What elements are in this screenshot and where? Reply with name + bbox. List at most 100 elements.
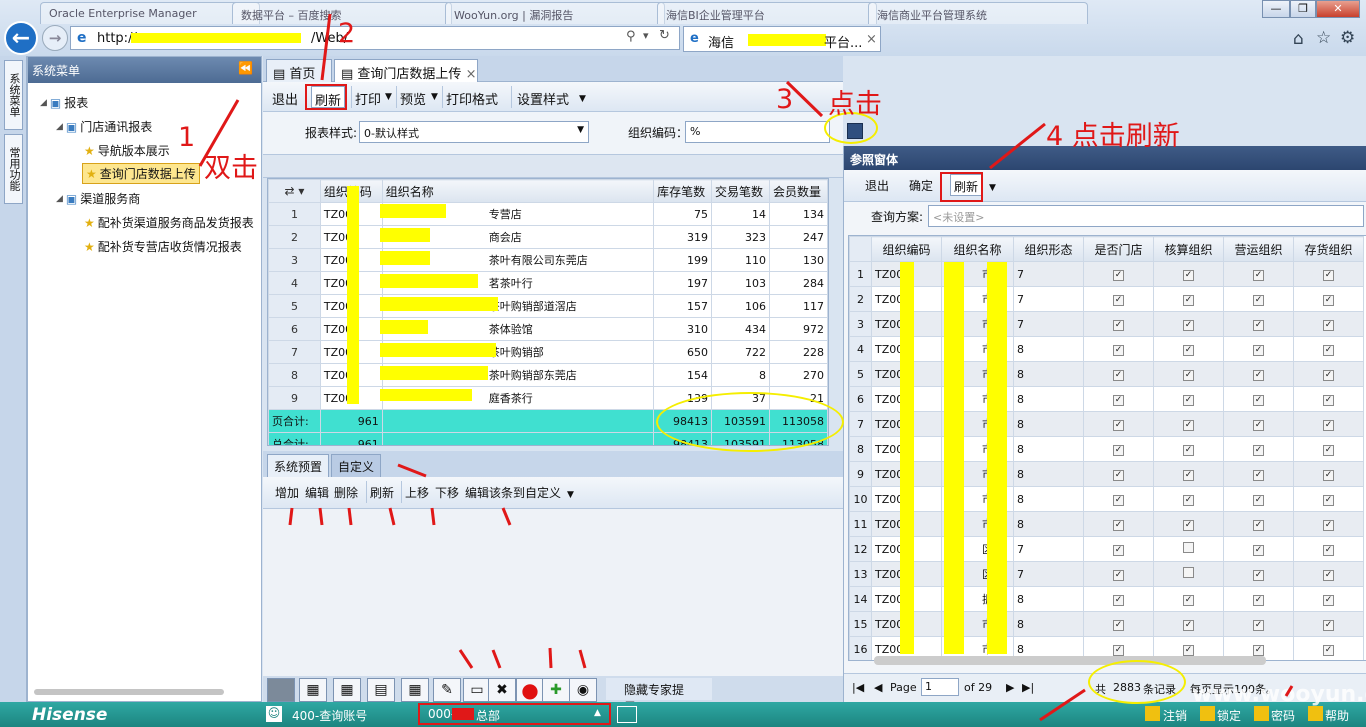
logout-icon[interactable] [1145, 706, 1160, 721]
checkbox[interactable]: ✓ [1323, 445, 1334, 456]
tree-node-reports[interactable]: ◢ ▣ 报表 [40, 94, 88, 111]
checkbox[interactable]: ✓ [1253, 495, 1264, 506]
maximize-button[interactable]: ❐ [1290, 0, 1316, 18]
eraser-icon[interactable]: ▭ [463, 678, 491, 702]
checkbox[interactable]: ✓ [1183, 520, 1194, 531]
camera-icon[interactable]: ◉ [569, 678, 597, 702]
checkbox[interactable]: ✓ [1323, 495, 1334, 506]
edit-button[interactable]: 编辑 [302, 481, 332, 503]
checkbox[interactable]: ✓ [1253, 645, 1264, 656]
checkbox[interactable]: ✓ [1323, 420, 1334, 431]
org-code-input[interactable]: % [685, 121, 830, 143]
checkbox[interactable]: ✓ [1183, 595, 1194, 606]
exit-button[interactable]: 退出 [269, 86, 301, 108]
print-button[interactable]: 打印 [351, 86, 384, 108]
checkbox[interactable]: ✓ [1323, 295, 1334, 306]
favorites-star-icon[interactable]: ☆ [1316, 28, 1331, 48]
checkbox[interactable]: ✓ [1113, 595, 1124, 606]
dropdown-icon[interactable]: ▾ [643, 29, 649, 42]
help-icon[interactable] [1308, 706, 1323, 721]
table-row[interactable]: 9TZ00市8✓✓✓✓ [849, 461, 1364, 487]
minimize-button[interactable]: — [1262, 0, 1290, 18]
checkbox[interactable]: ✓ [1253, 395, 1264, 406]
checkbox[interactable]: ✓ [1323, 520, 1334, 531]
checkbox[interactable]: ✓ [1253, 595, 1264, 606]
layout-single-icon[interactable] [267, 678, 295, 702]
checkbox[interactable]: ✓ [1113, 370, 1124, 381]
record-icon[interactable]: ● [516, 678, 544, 702]
close-tab-icon[interactable]: × [461, 67, 477, 82]
checkbox[interactable]: ✓ [1113, 570, 1124, 581]
print-format-button[interactable]: 打印格式 [442, 86, 501, 108]
table-row[interactable]: 8TZ00市8✓✓✓✓ [849, 436, 1364, 462]
layout-rows-icon[interactable]: ▤ [367, 678, 395, 702]
checkbox[interactable]: ✓ [1113, 470, 1124, 481]
prev-page-icon[interactable]: ◀ [874, 681, 882, 694]
move-up-button[interactable]: 上移 [401, 481, 432, 503]
active-browser-tab[interactable]: e 海信 平台... × [683, 26, 881, 52]
lock-link[interactable]: 锁定 [1217, 707, 1241, 724]
toolbar-overflow-icon[interactable]: ▼ [564, 487, 577, 509]
checkbox[interactable]: ✓ [1183, 470, 1194, 481]
table-row[interactable]: 15TZ00市8✓✓✓✓ [849, 611, 1364, 637]
checkbox[interactable]: ✓ [1113, 620, 1124, 631]
checkbox[interactable]: ✓ [1323, 370, 1334, 381]
checkbox[interactable]: ✓ [1113, 320, 1124, 331]
checkbox[interactable]: ✓ [1323, 570, 1334, 581]
checkbox[interactable] [1183, 542, 1194, 553]
checkbox[interactable]: ✓ [1253, 270, 1264, 281]
address-bar[interactable]: e http:// /Web/ ⚲ ▾ ↻ [70, 26, 680, 50]
first-page-icon[interactable]: |◀ [852, 681, 864, 694]
checkbox[interactable]: ✓ [1253, 345, 1264, 356]
column-header[interactable]: 组织编码 [871, 236, 942, 262]
checkbox[interactable]: ✓ [1323, 645, 1334, 656]
checkbox[interactable]: ✓ [1113, 420, 1124, 431]
browser-tab[interactable]: 海信商业平台管理系统 [868, 2, 1088, 24]
tab-query-store-upload[interactable]: ▤ 查询门店数据上传 × [334, 59, 478, 82]
delete-x-icon[interactable]: ✖ [488, 678, 516, 702]
horizontal-scrollbar[interactable] [874, 656, 1266, 665]
column-header[interactable]: 组织名称 [381, 179, 655, 203]
tab-home[interactable]: ▤ 首页 [266, 59, 332, 82]
toolbar-overflow-icon[interactable]: ▼ [576, 91, 589, 113]
checkbox[interactable]: ✓ [1253, 320, 1264, 331]
lock-icon[interactable] [1200, 706, 1215, 721]
checkbox[interactable]: ✓ [1183, 295, 1194, 306]
checkbox[interactable]: ✓ [1323, 595, 1334, 606]
tree-node-receipt-report[interactable]: ★ 配补货专营店收货情况报表 [84, 238, 242, 255]
close-window-button[interactable]: ✕ [1316, 0, 1360, 18]
checkbox[interactable]: ✓ [1183, 320, 1194, 331]
table-row[interactable]: 5TZ00市8✓✓✓✓ [849, 361, 1364, 387]
side-tab-system-menu[interactable]: 系统菜单 [4, 60, 23, 130]
exit-button[interactable]: 退出 [862, 174, 892, 196]
table-row[interactable]: 14TZ00振8✓✓✓✓ [849, 586, 1364, 612]
browser-tab[interactable]: Oracle Enterprise Manager [40, 2, 260, 24]
next-page-icon[interactable]: ▶ [1006, 681, 1014, 694]
checkbox[interactable]: ✓ [1183, 420, 1194, 431]
tree-node-delivery-report[interactable]: ★ 配补货渠道服务商品发货报表 [84, 214, 254, 231]
settings-gear-icon[interactable]: ⚙ [1340, 28, 1355, 48]
table-row[interactable]: 4TZ00市8✓✓✓✓ [849, 336, 1364, 362]
query-scheme-input[interactable]: <未设置> [928, 205, 1364, 227]
checkbox[interactable]: ✓ [1113, 520, 1124, 531]
checkbox[interactable]: ✓ [1323, 345, 1334, 356]
home-icon[interactable]: ⌂ [1293, 29, 1304, 49]
tree-node-query-store-upload[interactable]: ★ 查询门店数据上传 [82, 163, 200, 184]
checkbox[interactable]: ✓ [1323, 470, 1334, 481]
table-row[interactable]: 7TZ00市8✓✓✓✓ [849, 411, 1364, 437]
side-tab-common-functions[interactable]: 常用功能 [4, 134, 23, 204]
preview-dropdown-icon[interactable]: ▼ [428, 89, 441, 111]
expand-triangle-icon[interactable]: ◢ [56, 122, 63, 132]
password-icon[interactable] [1254, 706, 1269, 721]
forward-arrow-icon[interactable]: → [42, 25, 68, 51]
checkbox[interactable]: ✓ [1183, 645, 1194, 656]
checkbox[interactable]: ✓ [1113, 645, 1124, 656]
layout-quad-icon[interactable]: ▦ [401, 678, 429, 702]
checkbox[interactable]: ✓ [1253, 570, 1264, 581]
checkbox[interactable]: ✓ [1253, 470, 1264, 481]
column-header[interactable]: 营运组织 [1223, 236, 1294, 262]
tab-custom[interactable]: 自定义 [331, 454, 382, 477]
layout-grid-icon[interactable]: ▦ [333, 678, 361, 702]
checkbox[interactable]: ✓ [1113, 295, 1124, 306]
expand-triangle-icon[interactable]: ◢ [40, 98, 47, 108]
